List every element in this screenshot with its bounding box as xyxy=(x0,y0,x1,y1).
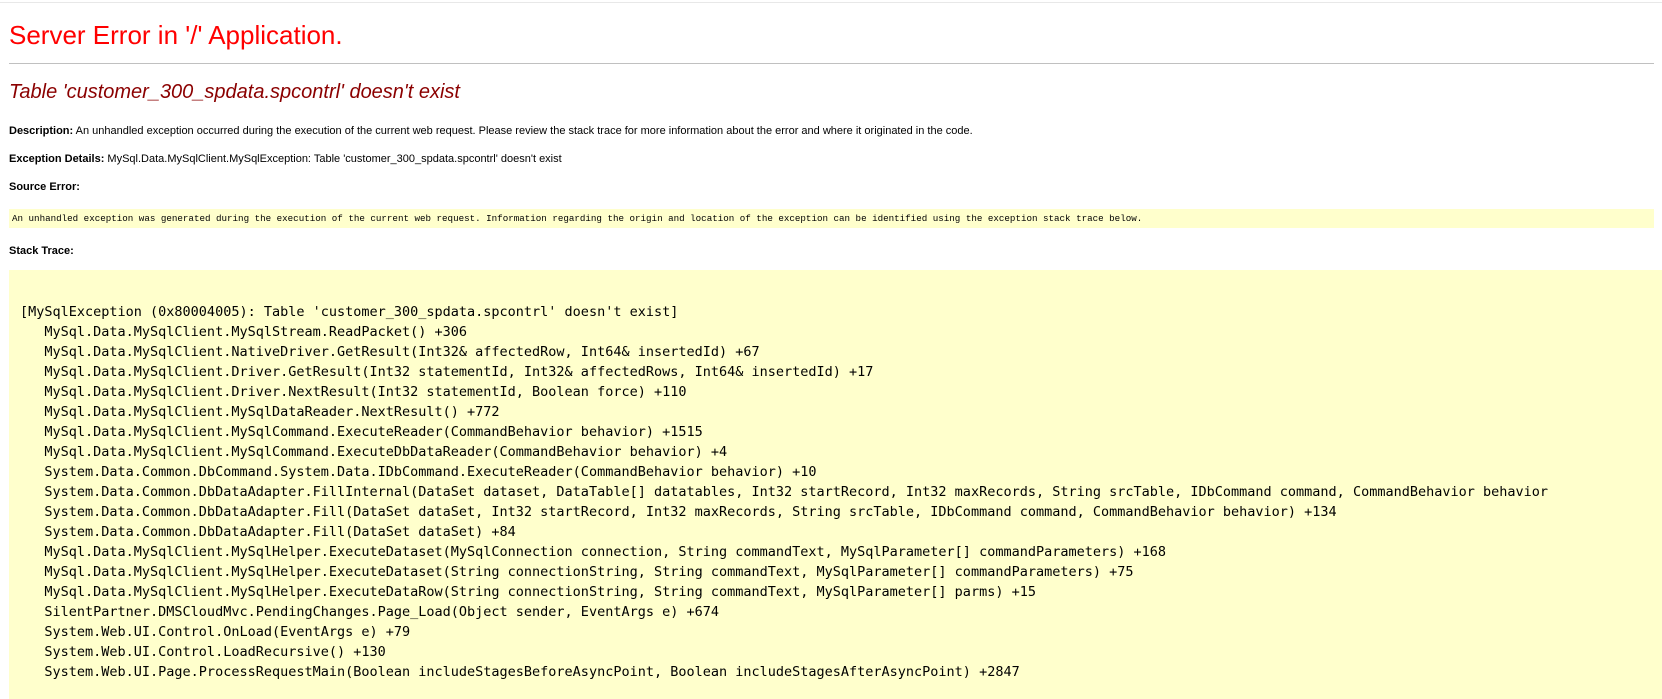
exception-details-label: Exception Details: xyxy=(9,153,105,165)
title-divider xyxy=(9,63,1654,64)
stack-trace-line: System.Web.UI.Control.OnLoad(EventArgs e… xyxy=(20,624,411,640)
stack-trace-line: MySql.Data.MySqlClient.MySqlStream.ReadP… xyxy=(20,324,468,340)
source-error-box: An unhandled exception was generated dur… xyxy=(9,209,1654,228)
source-error-label: Source Error: xyxy=(9,181,80,193)
stack-trace-line: System.Web.UI.Page.ProcessRequestMain(Bo… xyxy=(20,664,1020,680)
exception-details-line: Exception Details: MySql.Data.MySqlClien… xyxy=(9,152,562,166)
error-page: Server Error in '/' Application. Table '… xyxy=(0,0,1662,699)
stack-trace-label: Stack Trace: xyxy=(9,245,74,257)
stack-trace-line: SilentPartner.DMSCloudMvc.PendingChanges… xyxy=(20,604,719,620)
stack-trace-line: MySql.Data.MySqlClient.MySqlHelper.Execu… xyxy=(20,584,1036,600)
stack-trace-line: System.Data.Common.DbCommand.System.Data… xyxy=(20,464,817,480)
description-text: An unhandled exception occurred during t… xyxy=(73,125,973,137)
stack-trace-line: MySql.Data.MySqlClient.Driver.NextResult… xyxy=(20,384,687,400)
stack-trace-line: [MySqlException (0x80004005): Table 'cus… xyxy=(20,304,679,320)
stack-trace-line: MySql.Data.MySqlClient.MySqlHelper.Execu… xyxy=(20,544,1167,560)
stack-trace-line: MySql.Data.MySqlClient.MySqlHelper.Execu… xyxy=(20,564,1134,580)
stack-trace-line: MySql.Data.MySqlClient.NativeDriver.GetR… xyxy=(20,344,760,360)
stack-trace-line: System.Data.Common.DbDataAdapter.FillInt… xyxy=(20,484,1549,500)
stack-trace-line: MySql.Data.MySqlClient.MySqlCommand.Exec… xyxy=(20,444,728,460)
description-label: Description: xyxy=(9,125,74,137)
stack-trace-line: MySql.Data.MySqlClient.MySqlCommand.Exec… xyxy=(20,424,703,440)
top-border xyxy=(0,2,1662,3)
stack-trace-line: MySql.Data.MySqlClient.MySqlDataReader.N… xyxy=(20,404,500,420)
stack-trace-line: MySql.Data.MySqlClient.Driver.GetResult(… xyxy=(20,364,874,380)
description-line: Description: An unhandled exception occu… xyxy=(9,124,973,138)
page-title: Server Error in '/' Application. xyxy=(9,20,343,50)
stack-trace-line: System.Web.UI.Control.LoadRecursive() +1… xyxy=(20,644,386,660)
stack-trace-line: System.Data.Common.DbDataAdapter.Fill(Da… xyxy=(20,524,516,540)
exception-details-text: MySql.Data.MySqlClient.MySqlException: T… xyxy=(104,153,562,165)
stack-trace-line: System.Data.Common.DbDataAdapter.Fill(Da… xyxy=(20,504,1337,520)
stack-trace-box: [MySqlException (0x80004005): Table 'cus… xyxy=(9,270,1662,699)
error-heading: Table 'customer_300_spdata.spcontrl' doe… xyxy=(9,81,460,103)
stack-trace-text: [MySqlException (0x80004005): Table 'cus… xyxy=(20,302,1548,682)
